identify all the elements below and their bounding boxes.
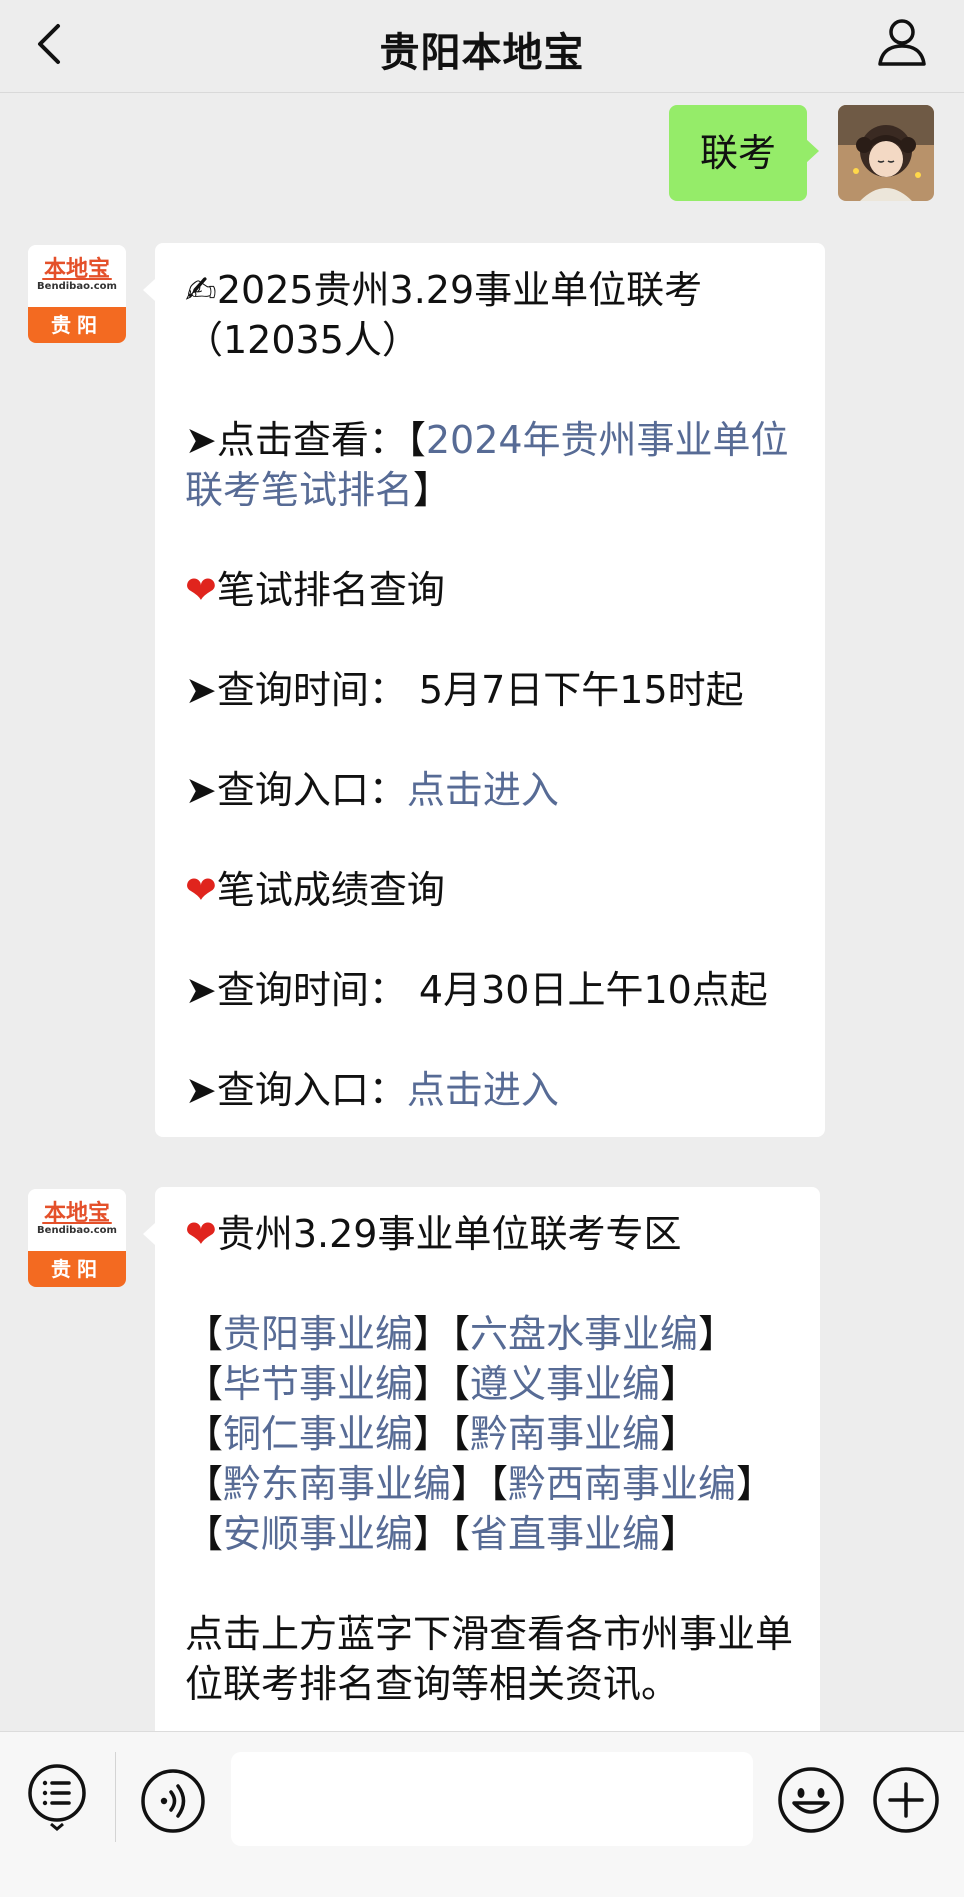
- score-query-time: ➤查询时间： 4月30日上午10点起: [185, 968, 768, 1012]
- zone-links-row-1: 【贵阳事业编】【六盘水事业编】: [185, 1312, 737, 1356]
- link-guiyang[interactable]: 贵阳事业编: [223, 1312, 413, 1356]
- plus-icon: [873, 1767, 939, 1833]
- menu-list-icon: [28, 1764, 86, 1831]
- emoji-icon: [778, 1767, 844, 1833]
- nav-bar: 贵阳本地宝: [0, 0, 964, 93]
- score-section-title: ❤笔试成绩查询: [185, 865, 799, 915]
- zone-links-row-3: 【铜仁事业编】【黔南事业编】: [185, 1412, 699, 1456]
- logo-underline: [42, 1222, 112, 1224]
- voice-button[interactable]: [140, 1768, 206, 1838]
- link-qiandongnan[interactable]: 黔东南事业编: [223, 1462, 451, 1506]
- score-entry-line: ➤查询入口：点击进入: [185, 1065, 799, 1115]
- heart-icon: ❤: [185, 1212, 217, 1256]
- rank-entry-line: ➤查询入口：点击进入: [185, 765, 799, 815]
- rank-title: 笔试排名查询: [216, 568, 445, 612]
- zone-links-row-2: 【毕节事业编】【遵义事业编】: [185, 1362, 699, 1406]
- logo-top: 本地宝 Bendibao.com: [28, 1189, 126, 1251]
- rank-query-time: ➤查询时间： 5月7日下午15时起: [185, 668, 744, 712]
- score-entry-label: ➤查询入口：: [185, 1068, 407, 1112]
- logo-underline: [42, 278, 112, 280]
- zone-title-text: 贵州3.29事业单位联考专区: [216, 1212, 682, 1256]
- logo-sub: Bendibao.com: [37, 1225, 117, 1236]
- link-tongren[interactable]: 铜仁事业编: [223, 1412, 413, 1456]
- zone-links-row-5: 【安顺事业编】【省直事业编】: [185, 1512, 699, 1556]
- score-title: 笔试成绩查询: [216, 868, 445, 912]
- page-title: 贵阳本地宝: [379, 30, 585, 76]
- link-qiannan[interactable]: 黔南事业编: [470, 1412, 660, 1456]
- rank-entry-link[interactable]: 点击进入: [407, 768, 559, 812]
- logo-sub: Bendibao.com: [37, 281, 117, 292]
- menu-button[interactable]: [26, 1762, 88, 1836]
- input-toolbar: [0, 1731, 964, 1897]
- voice-icon: [141, 1769, 205, 1833]
- view-suffix: 】: [413, 468, 452, 512]
- message-bubble-1[interactable]: ✍2025贵州3.29事业单位联考（12035人） ➤点击查看：【2024年贵州…: [143, 243, 825, 1137]
- rank-section-title: ❤笔试排名查询: [185, 565, 799, 615]
- link-liupanshui[interactable]: 六盘水事业编: [470, 1312, 698, 1356]
- logo-city: 贵阳: [28, 307, 126, 343]
- message1-headline: ✍2025贵州3.29事业单位联考（12035人）: [185, 268, 703, 362]
- zone-links-row-4: 【黔东南事业编】【黔西南事业编】: [185, 1462, 775, 1506]
- message-bubble-2[interactable]: ❤贵州3.29事业单位联考专区 【贵阳事业编】【六盘水事业编】 【毕节事业编】【…: [143, 1187, 820, 1731]
- user-avatar[interactable]: [838, 105, 934, 201]
- profile-button[interactable]: [874, 14, 930, 70]
- user-avatar-image: [838, 105, 934, 201]
- link-zunyi[interactable]: 遵义事业编: [470, 1362, 660, 1406]
- link-provincial[interactable]: 省直事业编: [470, 1512, 660, 1556]
- link-qianxinan[interactable]: 黔西南事业编: [508, 1462, 736, 1506]
- more-button[interactable]: [872, 1766, 940, 1838]
- heart-icon: ❤: [185, 868, 217, 912]
- heart-icon: ❤: [185, 568, 217, 612]
- link-bijie[interactable]: 毕节事业编: [223, 1362, 413, 1406]
- message1-view-line: ➤点击查看：【2024年贵州事业单位联考笔试排名】: [185, 415, 799, 515]
- zone-note: 点击上方蓝字下滑查看各市州事业单位联考排名查询等相关资讯。: [185, 1612, 794, 1706]
- person-icon: [878, 19, 926, 66]
- outgoing-message-text: 联考: [699, 131, 776, 175]
- zone-title: ❤贵州3.29事业单位联考专区: [185, 1209, 794, 1259]
- link-anshun[interactable]: 安顺事业编: [223, 1512, 413, 1556]
- toolbar-divider: [115, 1752, 116, 1842]
- account-avatar[interactable]: 本地宝 Bendibao.com 贵阳: [28, 1189, 126, 1287]
- outgoing-message-bubble[interactable]: 联考: [669, 105, 819, 201]
- logo-city: 贵阳: [28, 1251, 126, 1287]
- account-avatar[interactable]: 本地宝 Bendibao.com 贵阳: [28, 245, 126, 343]
- rank-entry-label: ➤查询入口：: [185, 768, 407, 812]
- chat-area[interactable]: 联考 本地宝 Bendibao.com 贵阳 ✍2025贵州3.29事业单位联考…: [0, 93, 964, 1731]
- message-input[interactable]: [231, 1752, 753, 1846]
- view-prefix: ➤点击查看：【: [185, 418, 426, 462]
- logo-top: 本地宝 Bendibao.com: [28, 245, 126, 307]
- score-entry-link[interactable]: 点击进入: [407, 1068, 559, 1112]
- emoji-button[interactable]: [777, 1766, 845, 1838]
